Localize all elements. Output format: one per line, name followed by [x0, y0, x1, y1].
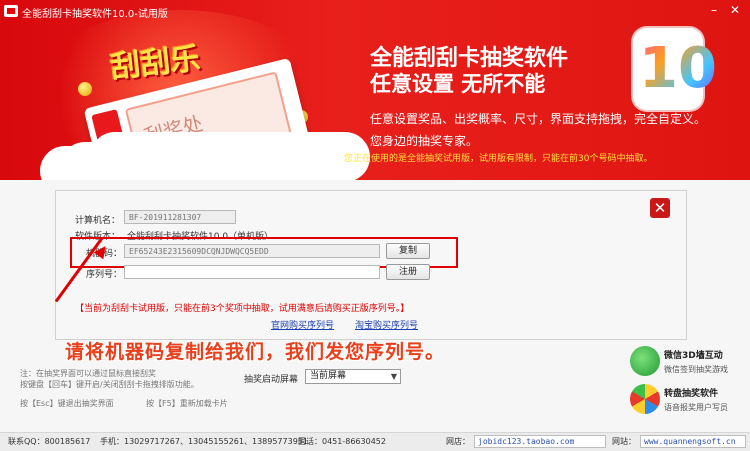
- promo-subtitle: 微信签到抽奖游戏: [664, 365, 728, 374]
- site-label: 网站：: [612, 437, 636, 446]
- launch-screen-select[interactable]: 当前屏幕 ▼: [305, 369, 401, 384]
- contact-qq: 联系QQ：800185617: [8, 437, 91, 446]
- title-bar: 全能刮刮卡抽奖软件10.0-试用版 – ✕: [0, 0, 750, 22]
- banner-features: 任意设置奖品、出奖概率、尺寸，界面支持拖拽，完全自定义。: [370, 112, 707, 126]
- version-number: 10: [639, 32, 717, 106]
- brand-logo: 刮刮乐: [108, 41, 202, 86]
- esc-hint: 按【Esc】键退出抽奖界面: [20, 399, 114, 408]
- promo-wheel-software[interactable]: 转盘抽奖软件 语音报奖用户写员: [628, 382, 750, 418]
- wheel-icon: [630, 384, 660, 414]
- f5-hint: 按【F5】重新加载卡片: [146, 399, 228, 408]
- computer-name-field: BF-201911281307: [124, 210, 236, 224]
- promo-wechat-wall[interactable]: 微信3D墙互动 微信签到抽奖游戏: [628, 344, 750, 380]
- promo-title: 微信3D墙互动: [664, 351, 723, 361]
- note-line-1: 注：在抽奖界面可以通过鼠标直接刮奖: [20, 369, 156, 378]
- promo-title: 转盘抽奖软件: [664, 389, 719, 399]
- launch-screen-label: 抽奖启动屏幕: [244, 375, 299, 385]
- promo-subtitle: 语音报奖用户写员: [664, 403, 728, 412]
- chevron-down-icon: ▼: [390, 372, 397, 381]
- app-icon: [4, 5, 18, 17]
- banner-subline: 任意设置 无所不能: [370, 72, 546, 96]
- launch-screen-value: 当前屏幕: [310, 371, 347, 381]
- close-dialog-button[interactable]: ✕: [650, 198, 670, 218]
- footer-bar: 联系QQ：800185617 手机：13029717267、1304515526…: [0, 432, 750, 451]
- contact-tel: 固话：0451-86630452: [298, 437, 386, 446]
- official-purchase-link[interactable]: 官网购买序列号: [271, 318, 334, 331]
- trial-notice: 您正在使用的是全能抽奖试用版，试用版有限制，只能在前30个号码中抽取。: [344, 154, 653, 164]
- taobao-purchase-link[interactable]: 淘宝购买序列号: [355, 318, 418, 331]
- wechat-icon: [630, 346, 660, 376]
- shop-label: 网店：: [446, 437, 470, 446]
- contact-phone: 手机：13029717267、13045155261、13895773951: [100, 437, 308, 446]
- computer-name-label: 计算机名：: [75, 216, 121, 226]
- serial-number-label: 序列号：: [86, 270, 123, 280]
- note-line-2: 按键盘【回车】键开启/关闭刮刮卡拖拽排版功能。: [20, 380, 199, 389]
- version-badge: 10: [633, 28, 717, 110]
- window-title: 全能刮刮卡抽奖软件10.0-试用版: [22, 9, 168, 20]
- banner-tagline: 您身边的抽奖专家。: [370, 134, 479, 148]
- cloud-decoration: [60, 142, 340, 180]
- coin-icon: [78, 82, 92, 96]
- header-banner: 全能刮刮卡抽奖软件10.0-试用版 – ✕ 刮奖处 刮刮乐 全能刮刮卡抽奖软件 …: [0, 0, 750, 180]
- site-url[interactable]: www.quannengsoft.cn: [640, 435, 746, 448]
- minimize-button[interactable]: –: [706, 3, 722, 17]
- register-button[interactable]: 注册: [386, 264, 430, 280]
- serial-number-input[interactable]: [124, 265, 380, 279]
- trial-warning: 【当前为刮刮卡试用版，只能在前3个奖项中抽取，试用满意后请购买正版序列号。】: [75, 304, 410, 314]
- copy-instruction: 请将机器码复制给我们，我们发您序列号。: [65, 341, 446, 363]
- shop-url[interactable]: jobidc123.taobao.com: [474, 435, 606, 448]
- close-window-button[interactable]: ✕: [727, 3, 743, 17]
